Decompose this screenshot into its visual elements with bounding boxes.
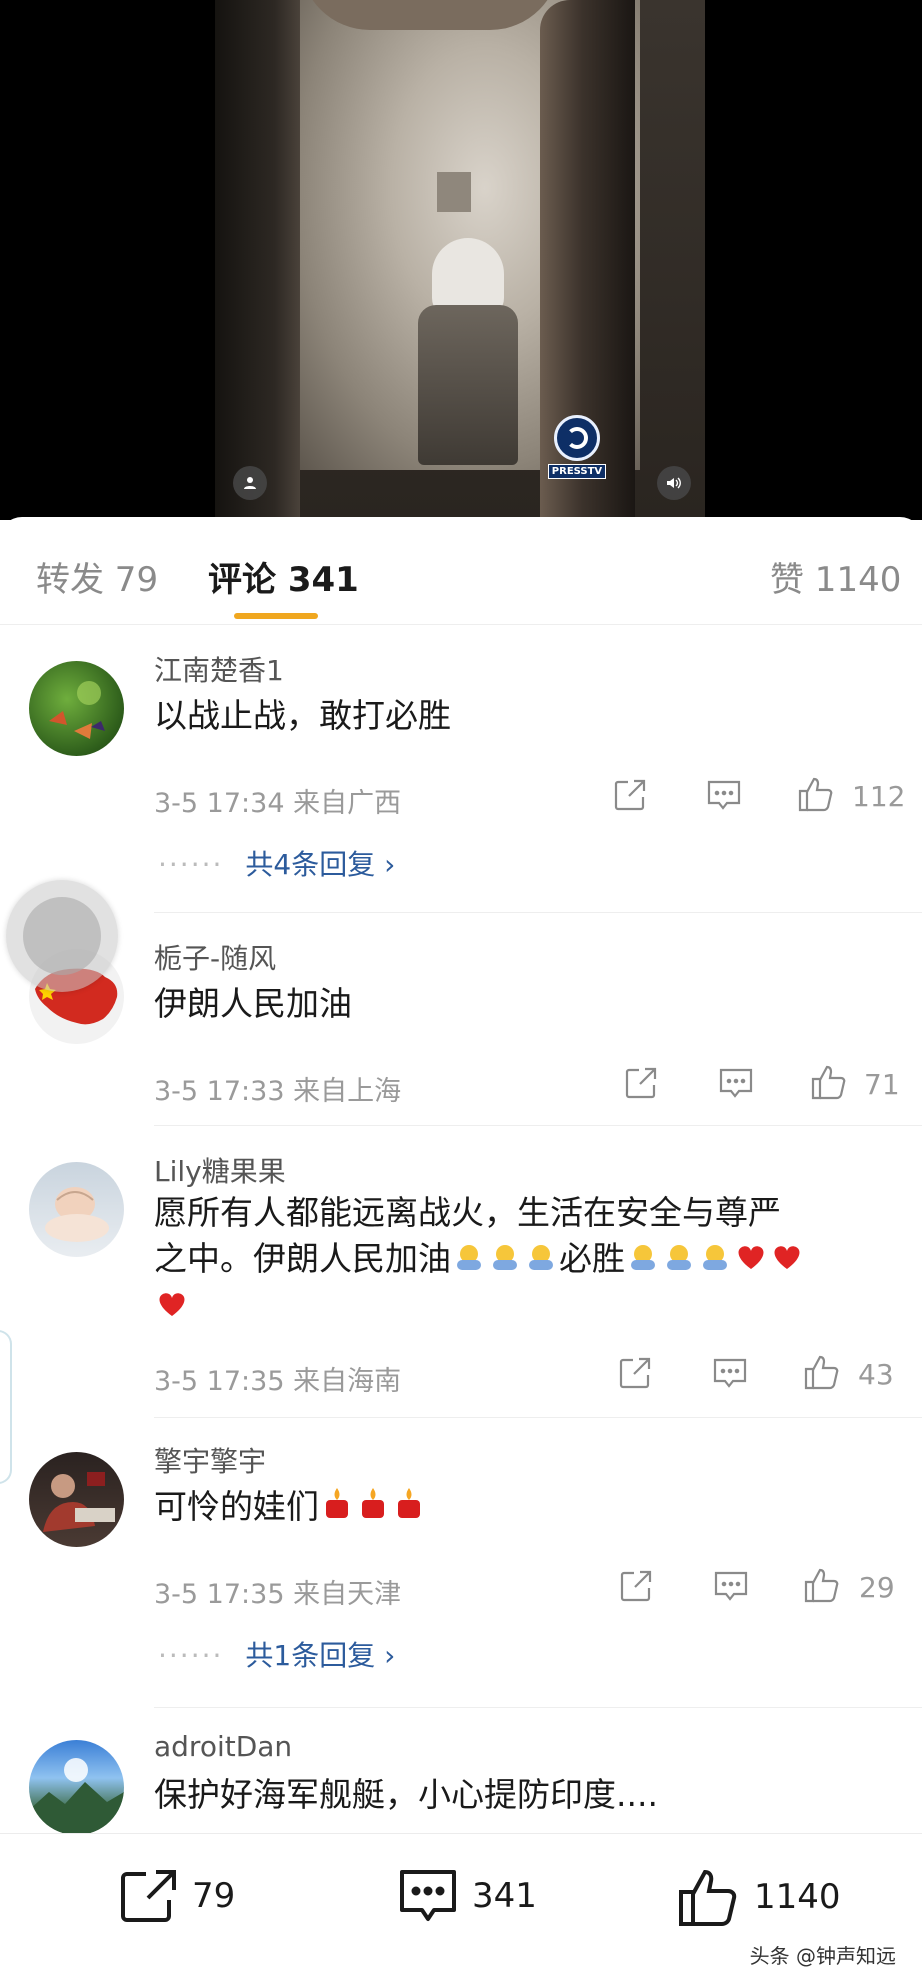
- tab-repost[interactable]: 转发 79: [36, 552, 158, 601]
- comment-text: 愿所有人都能远离战火，生活在安全与尊严 之中。伊朗人民加油 必胜: [154, 1190, 884, 1331]
- tab-likes[interactable]: 赞 1140: [770, 552, 901, 601]
- avatar[interactable]: [29, 1162, 124, 1257]
- comment-sheet: 转发 79 评论 341 赞 1140 江南楚香1 以战止战，敢打必胜 3-5 …: [0, 517, 922, 1967]
- comment-count: 341: [472, 1876, 537, 1916]
- like-icon[interactable]: [803, 1566, 843, 1604]
- comment-text-line: [154, 1284, 884, 1332]
- tab-comments[interactable]: 评论 341: [208, 552, 359, 601]
- like-count: 29: [859, 1571, 895, 1604]
- heart-emoji-icon: [733, 1238, 769, 1284]
- comment-username[interactable]: adroitDan: [154, 1730, 292, 1763]
- comment-text: 可怜的娃们: [154, 1484, 884, 1532]
- comment-meta: 3-5 17:34 来自广西: [154, 788, 402, 819]
- floating-assistive-button[interactable]: [6, 880, 118, 992]
- comment-item: 栀子-随风 伊朗人民加油 3-5 17:33 来自上海 71: [0, 913, 922, 1126]
- person-icon[interactable]: [233, 466, 267, 500]
- hug-emoji-icon: [487, 1238, 523, 1284]
- replies-label: 共1条回复 ›: [245, 1639, 396, 1672]
- like-button[interactable]: 1140: [676, 1866, 841, 1928]
- dots-decoration: ······: [158, 1639, 224, 1672]
- comment-text: 以战止战，敢打必胜: [154, 696, 451, 735]
- video-child-figure-body: [418, 305, 518, 465]
- repost-button[interactable]: 79: [118, 1866, 235, 1926]
- comment-text-line: 之中。伊朗人民加油 必胜: [154, 1236, 884, 1284]
- comment-icon: [400, 1870, 456, 1921]
- hug-emoji-icon: [625, 1238, 661, 1284]
- presstv-logo-text: PRESSTV: [547, 464, 607, 479]
- replies-label: 共4条回复 ›: [245, 848, 396, 881]
- share-icon[interactable]: [623, 1065, 659, 1101]
- view-replies-link[interactable]: ······ 共1条回复 ›: [158, 1634, 395, 1674]
- repost-count: 79: [192, 1876, 236, 1916]
- candle-emoji-icon: [319, 1486, 355, 1532]
- comment-username[interactable]: 栀子-随风: [154, 937, 276, 977]
- comment-item: Lily糖果果 愿所有人都能远离战火，生活在安全与尊严 之中。伊朗人民加油 必胜 …: [0, 1126, 922, 1418]
- video-left-edge: [215, 0, 300, 520]
- comment-text: 保护好海军舰艇，小心提防印度....: [154, 1775, 658, 1814]
- candle-emoji-icon: [391, 1486, 427, 1532]
- heart-emoji-icon: [769, 1238, 805, 1284]
- comment-meta: 3-5 17:33 来自上海: [154, 1076, 402, 1107]
- like-count: 43: [858, 1358, 894, 1391]
- comment-item: 擎宇擎宇 可怜的娃们 3-5 17:35 来自天津 29 ······ 共1条回复…: [0, 1418, 922, 1708]
- avatar[interactable]: [29, 661, 124, 756]
- share-icon[interactable]: [618, 1568, 654, 1604]
- hug-emoji-icon: [523, 1238, 559, 1284]
- avatar[interactable]: [29, 1740, 124, 1835]
- edge-panel-handle[interactable]: [0, 1330, 12, 1484]
- active-tab-indicator: [234, 613, 318, 619]
- avatar[interactable]: [29, 1452, 124, 1547]
- comment-icon[interactable]: [712, 1568, 750, 1604]
- hug-emoji-icon: [697, 1238, 733, 1284]
- comment-username[interactable]: Lily糖果果: [154, 1150, 286, 1190]
- comment-meta: 3-5 17:35 来自海南: [154, 1366, 402, 1397]
- share-icon[interactable]: [617, 1355, 653, 1391]
- like-count: 1140: [754, 1877, 841, 1917]
- hug-emoji-icon: [451, 1238, 487, 1284]
- comment-icon[interactable]: [717, 1065, 755, 1101]
- like-icon[interactable]: [797, 775, 837, 813]
- video-background-structure: [437, 172, 471, 212]
- comment-icon[interactable]: [711, 1355, 749, 1391]
- share-icon[interactable]: [612, 777, 648, 813]
- comment-username[interactable]: 江南楚香1: [154, 649, 284, 689]
- like-count: 71: [864, 1068, 900, 1101]
- presstv-logo-mark: [554, 415, 600, 461]
- heart-emoji-icon: [154, 1285, 190, 1331]
- comment-item: adroitDan 保护好海军舰艇，小心提防印度....: [0, 1708, 922, 1835]
- like-icon: [679, 1869, 737, 1926]
- dots-decoration: ······: [158, 848, 224, 881]
- like-icon[interactable]: [803, 1353, 843, 1391]
- comment-username[interactable]: 擎宇擎宇: [154, 1440, 266, 1480]
- comment-text-line: 愿所有人都能远离战火，生活在安全与尊严: [154, 1193, 781, 1232]
- comment-text-segment: 必胜: [559, 1239, 625, 1278]
- comment-text: 伊朗人民加油: [154, 984, 352, 1023]
- comment-text-segment: 之中。伊朗人民加油: [154, 1239, 451, 1278]
- view-replies-link[interactable]: ······ 共4条回复 ›: [158, 843, 395, 883]
- share-icon: [121, 1870, 176, 1922]
- watermark: 头条 @钟声知远: [745, 1940, 900, 1969]
- hug-emoji-icon: [661, 1238, 697, 1284]
- comment-icon[interactable]: [705, 777, 743, 813]
- tab-bar: 转发 79 评论 341 赞 1140: [0, 517, 922, 625]
- comment-meta: 3-5 17:35 来自天津: [154, 1579, 402, 1610]
- volume-icon[interactable]: [657, 466, 691, 500]
- video-player[interactable]: PRESSTV: [0, 0, 922, 520]
- comment-item: 江南楚香1 以战止战，敢打必胜 3-5 17:34 来自广西 112 ·····…: [0, 625, 922, 913]
- comment-button[interactable]: 341: [396, 1866, 537, 1926]
- like-icon[interactable]: [810, 1063, 850, 1101]
- like-count: 112: [852, 780, 906, 813]
- presstv-logo: PRESSTV: [544, 415, 610, 491]
- candle-emoji-icon: [355, 1486, 391, 1532]
- comment-text-segment: 可怜的娃们: [154, 1487, 319, 1526]
